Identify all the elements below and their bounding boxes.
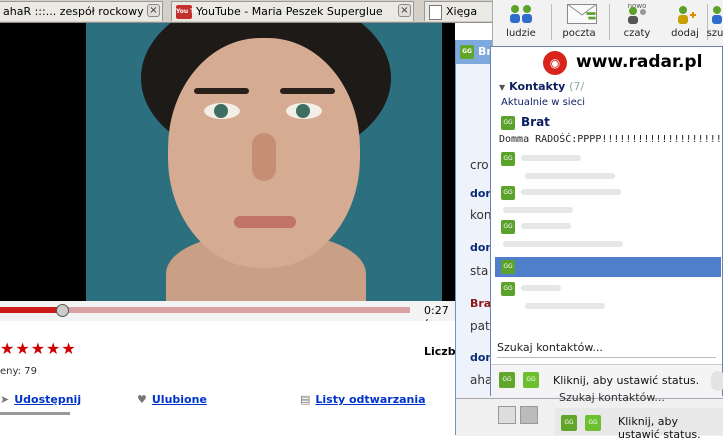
add-contact-icon [678, 6, 696, 24]
youtube-icon: You Tube [176, 5, 206, 19]
radar-logo[interactable]: ◉ www.radar.pl [491, 47, 722, 77]
blurred-name [521, 223, 571, 229]
contact-row[interactable]: GG [495, 183, 721, 203]
blurred-name [521, 285, 561, 291]
contacts-panel: ◉ www.radar.pl ▼ Kontakty (7/ Aktualnie w… [490, 46, 723, 396]
gg-status-icon[interactable]: GG [499, 372, 515, 388]
gg-status-icon: GG [501, 152, 515, 166]
video-progress-bar[interactable]: 0:27 / [0, 301, 455, 330]
messenger-toolbar: ludzie poczta nowo czaty dodaj szu [492, 0, 723, 47]
favorites-label: Ulubione [151, 393, 207, 406]
contact-row[interactable]: GG [495, 149, 721, 169]
contact-row[interactable]: GG [495, 279, 721, 299]
toolbar-people[interactable]: ludzie [497, 0, 545, 46]
mail-icon [567, 4, 597, 24]
contact-row-selected[interactable]: GG [495, 257, 721, 277]
toolbar-label: ludzie [506, 28, 536, 39]
radar-logo-text: www.radar.pl [576, 52, 703, 72]
blurred-name [521, 189, 621, 195]
chat-message-author: Bra [470, 297, 492, 310]
chat-message-text: pat [470, 319, 490, 333]
contact-search-input[interactable]: Szukaj kontaktów... [497, 341, 715, 354]
section-label: Kontakty [509, 80, 566, 93]
contact-row[interactable] [495, 235, 721, 255]
document-icon [429, 4, 442, 20]
progress-fill [0, 307, 62, 313]
gg-icon: GG [460, 45, 474, 59]
format-button[interactable] [520, 406, 538, 424]
blurred-name [521, 155, 581, 161]
chevron-down-icon: ▼ [499, 83, 506, 92]
share-button[interactable]: ➤ Udostępnij [0, 393, 81, 406]
attach-button[interactable] [498, 406, 516, 424]
contact-row[interactable]: GG [495, 217, 721, 237]
tab-label: YouTube - Maria Peszek Superglue [196, 5, 383, 18]
radar-icon: ◉ [543, 51, 567, 75]
chat-message-text: sta [470, 264, 489, 278]
contact-name: Brat [521, 115, 550, 129]
online-group-label: Aktualnie w sieci [501, 97, 586, 108]
close-icon[interactable]: × [398, 4, 411, 17]
toolbar-add[interactable]: dodaj [661, 0, 709, 46]
tab-youtube[interactable]: You TubeYouTube - Maria Peszek Superglue… [171, 1, 414, 21]
toolbar-chats[interactable]: nowo czaty [613, 0, 661, 46]
blurred-name [503, 241, 623, 247]
chat-icon [628, 7, 646, 24]
video-frame [86, 23, 442, 301]
blurred-name [525, 173, 615, 179]
background-status-bar: GG GG Kliknij, aby ustawić status. [555, 408, 723, 441]
gg-network-icon[interactable]: GG [523, 372, 539, 388]
playlists-button[interactable]: ▤ Listy odtwarzania [300, 393, 426, 406]
gg-status-icon: GG [501, 116, 515, 130]
blurred-name [503, 207, 573, 213]
rating-stars[interactable]: ★★★★★ [0, 339, 77, 358]
gg-status-icon: GG [561, 415, 577, 431]
tab-zespol-rockowy[interactable]: ahaR :::... zespół rockowy × [0, 1, 163, 21]
heart-icon: ♥ [137, 393, 147, 406]
gg-network-icon: GG [585, 415, 601, 431]
contact-row[interactable]: GG Brat [495, 113, 721, 133]
toolbar-label: czaty [623, 28, 651, 39]
share-label: Udostępnij [14, 393, 82, 406]
toolbar-label: poczta [562, 28, 596, 39]
blurred-name [525, 303, 605, 309]
contacts-section-header[interactable]: ▼ Kontakty (7/ [499, 80, 584, 93]
status-text[interactable]: Kliknij, aby ustawić status. [553, 374, 699, 387]
toolbar-search[interactable]: szu [703, 0, 723, 46]
people-icon [510, 5, 532, 23]
favorites-button[interactable]: ♥ Ulubione [137, 393, 207, 406]
search-icon [712, 6, 722, 24]
share-icon: ➤ [0, 393, 10, 406]
progress-handle[interactable] [55, 304, 69, 317]
tab-label: ahaR :::... zespół rockowy [3, 5, 144, 18]
playlists-label: Listy odtwarzania [315, 393, 426, 406]
chat-message-text: aha [470, 373, 493, 387]
close-icon[interactable]: × [147, 4, 160, 17]
gg-status-icon: GG [501, 186, 515, 200]
tab-label: Xięga [446, 5, 478, 18]
video-player[interactable] [0, 23, 455, 301]
background-search-text: Szukaj kontaktów... [559, 391, 665, 404]
gg-status-icon: GG [501, 260, 515, 274]
views-label: Liczb [424, 345, 456, 358]
chat-message-text: kon [470, 208, 492, 222]
gg-status-icon: GG [501, 220, 515, 234]
background-status-text: Kliknij, aby ustawić status. [618, 415, 701, 441]
playlist-icon: ▤ [300, 393, 311, 406]
active-tab-underline [0, 412, 70, 415]
contact-row[interactable] [495, 297, 721, 317]
chat-message-text: cro [470, 158, 489, 172]
contact-description: Domma RADOŚĆ:PPPP!!!!!!!!!!!!!!!!!!!! [499, 134, 722, 145]
gg-status-icon: GG [501, 282, 515, 296]
video-meta: ★★★★★ eny: 79 Liczb ➤ Udostępnij ♥ Ulubion… [0, 321, 456, 435]
search-underline [497, 357, 716, 358]
toolbar-mail[interactable]: poczta [555, 0, 603, 46]
section-count: (7/ [569, 80, 585, 93]
ratings-count: eny: 79 [0, 366, 37, 377]
toolbar-label: szu [706, 28, 723, 39]
ghost-icon [711, 371, 723, 391]
